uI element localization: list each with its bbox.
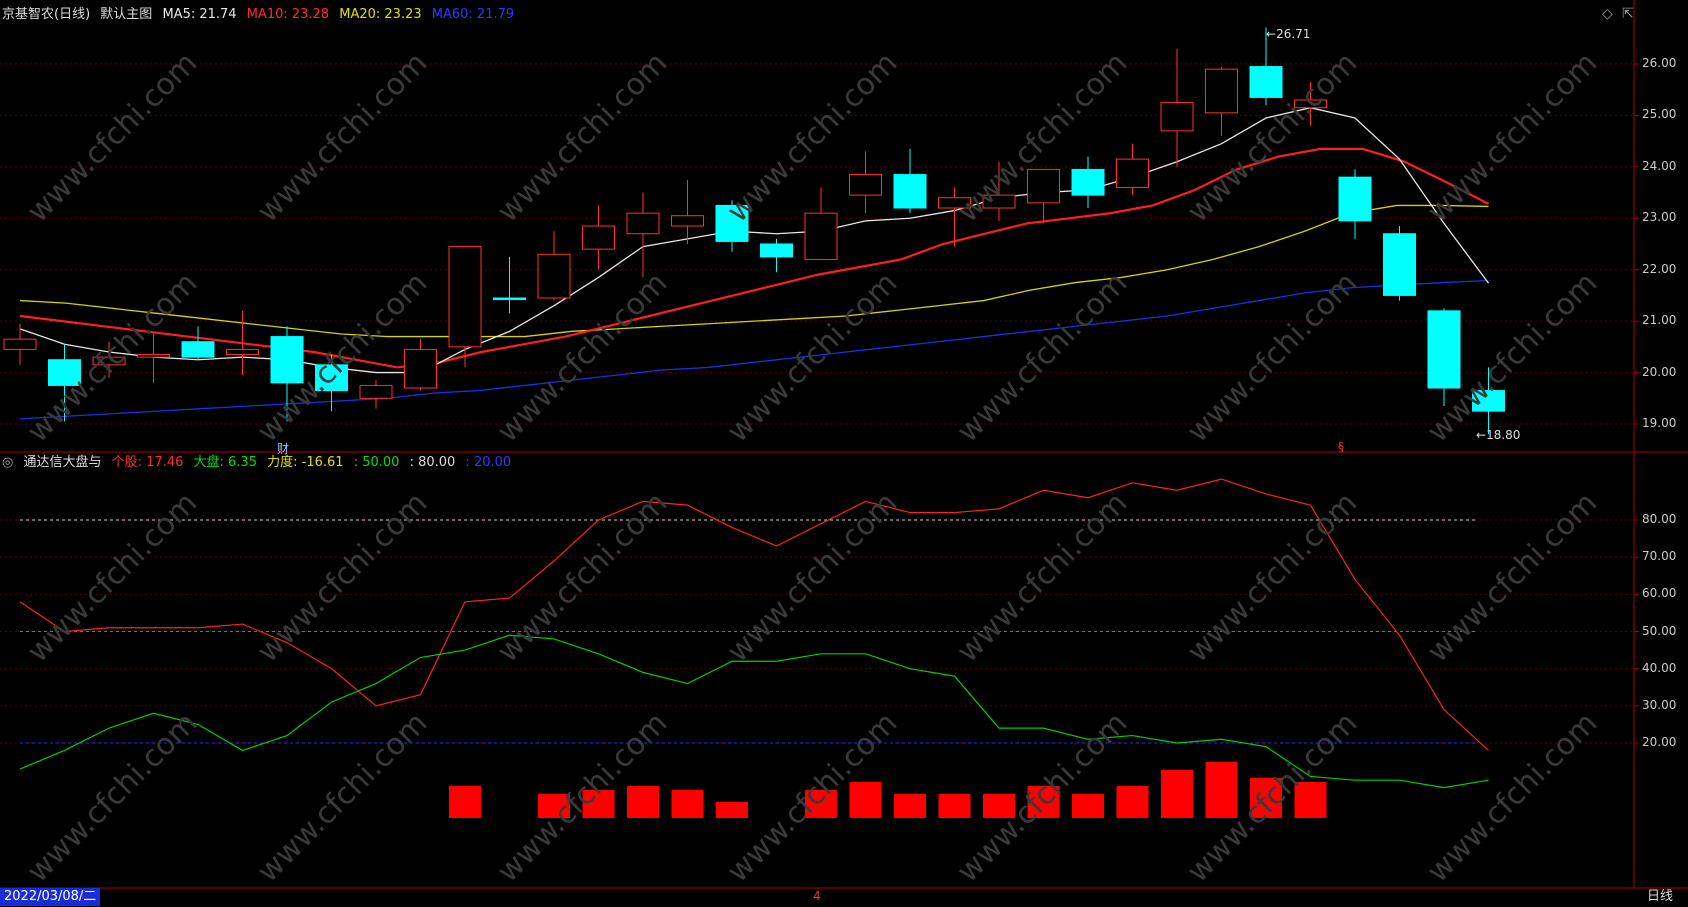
candle-up	[1294, 99, 1327, 109]
candle-down	[1383, 233, 1416, 296]
candle-up	[582, 225, 615, 250]
sub-tick-label: 80.00	[1642, 512, 1677, 526]
force-bar	[894, 794, 926, 818]
candle-down	[270, 336, 304, 384]
force-bar	[627, 786, 659, 818]
candle-down	[1472, 390, 1505, 412]
candle-up	[359, 384, 393, 399]
event-marker[interactable]: §	[1338, 440, 1344, 454]
candle-down	[715, 204, 749, 242]
main-tick-label: 26.00	[1642, 56, 1677, 70]
candle-down	[48, 359, 81, 386]
force-bar	[1294, 782, 1327, 818]
candle-up	[982, 194, 1016, 209]
collapse-icon[interactable]: ◎	[2, 455, 13, 470]
candle-up	[448, 246, 482, 348]
candle-down	[315, 364, 348, 392]
main-tick-label: 19.00	[1642, 416, 1677, 430]
level-20-value: : 20.00	[465, 455, 512, 470]
diamond-icon[interactable]: ◇	[1602, 6, 1618, 22]
force-bar	[582, 790, 615, 818]
low-price-marker: ←18.80	[1476, 428, 1521, 442]
sub-tick-label: 20.00	[1642, 735, 1677, 749]
candle-down	[1427, 310, 1461, 389]
ma20-value: MA20: 23.23	[339, 7, 422, 22]
ma10-line	[19, 147, 1490, 369]
candle-up	[404, 348, 437, 389]
sub-tick-label: 60.00	[1642, 586, 1677, 601]
force-bar	[1250, 778, 1282, 818]
candle-up	[537, 253, 571, 299]
candle-up	[226, 348, 259, 356]
force-bar	[938, 794, 971, 818]
force-bar	[716, 802, 748, 818]
force-bar	[983, 794, 1015, 818]
sub-tick-label: 50.00	[1642, 623, 1677, 638]
candle-up	[671, 215, 704, 227]
maximize-icon[interactable]: ⇱	[1622, 6, 1638, 22]
stock-name-label[interactable]: 京基智农(日线)	[2, 7, 90, 22]
ma5-line	[19, 107, 1490, 374]
indicator-name-label[interactable]: 通达信大盘与	[23, 455, 101, 470]
ma60-value: MA60: 21.79	[431, 7, 515, 22]
ma5-value: MA5: 21.74	[162, 7, 237, 22]
level-80-value: : 80.00	[409, 455, 456, 470]
ma20-line	[19, 204, 1489, 338]
force-bar	[449, 786, 481, 818]
candle-up	[626, 212, 660, 235]
candle-down	[181, 341, 215, 358]
market-ratio-value: 大盘: 6.35	[193, 455, 257, 470]
force-bar	[671, 790, 704, 818]
force-bar	[1161, 770, 1193, 818]
candle-up	[1116, 158, 1149, 188]
period-button[interactable]: 日线	[1632, 888, 1688, 906]
force-bar	[1205, 762, 1238, 818]
main-tick-label: 20.00	[1642, 364, 1677, 379]
force-bar	[849, 782, 882, 818]
date-label: 2022/03/08/二	[0, 888, 101, 906]
sub-tick-label: 40.00	[1642, 660, 1677, 675]
financial-report-marker[interactable]: 财	[277, 440, 289, 457]
level-50-value: : 50.00	[353, 455, 400, 470]
force-bar	[1116, 786, 1149, 818]
candle-up	[938, 197, 971, 209]
candle-down	[1338, 176, 1372, 222]
main-tick-label: 25.00	[1642, 107, 1677, 122]
force-bar	[538, 794, 570, 818]
market-ratio-line	[19, 634, 1489, 789]
candle-up	[1027, 168, 1060, 204]
chart-type-label[interactable]: 默认主图	[100, 7, 152, 22]
ma10-value: MA10: 23.28	[246, 7, 330, 22]
main-tick-label: 23.00	[1642, 210, 1677, 225]
month-marker: 4	[813, 889, 821, 903]
candle-up	[1160, 102, 1194, 132]
stock-ratio-value: 个股: 17.46	[111, 455, 184, 470]
candle-down	[893, 174, 927, 209]
candle-down	[1071, 168, 1105, 196]
candle-down	[493, 297, 526, 301]
main-panel-header: 京基智农(日线) 默认主图 MA5: 21.74 MA10: 23.28 MA2…	[2, 6, 520, 24]
candle-up	[137, 354, 170, 358]
force-bar	[1072, 794, 1104, 818]
candle-down	[760, 243, 793, 258]
candle-up	[849, 174, 882, 196]
main-tick-label: 24.00	[1642, 158, 1677, 173]
candle-up	[804, 212, 838, 260]
sub-tick-label: 70.00	[1642, 549, 1677, 564]
candle-up	[3, 338, 37, 350]
main-tick-label: 22.00	[1642, 261, 1677, 276]
sub-panel-header: ◎ 通达信大盘与 个股: 17.46 大盘: 6.35 力度: -16.61 :…	[2, 454, 517, 472]
candle-down	[1249, 66, 1283, 98]
high-price-marker: ←26.71	[1266, 27, 1311, 41]
force-bar	[805, 790, 837, 818]
force-value: 力度: -16.61	[267, 455, 344, 470]
candle-up	[1205, 68, 1238, 114]
main-tick-label: 21.00	[1642, 313, 1677, 328]
force-bar	[1027, 786, 1060, 818]
sub-tick-label: 30.00	[1642, 697, 1677, 712]
candle-up	[92, 356, 126, 366]
